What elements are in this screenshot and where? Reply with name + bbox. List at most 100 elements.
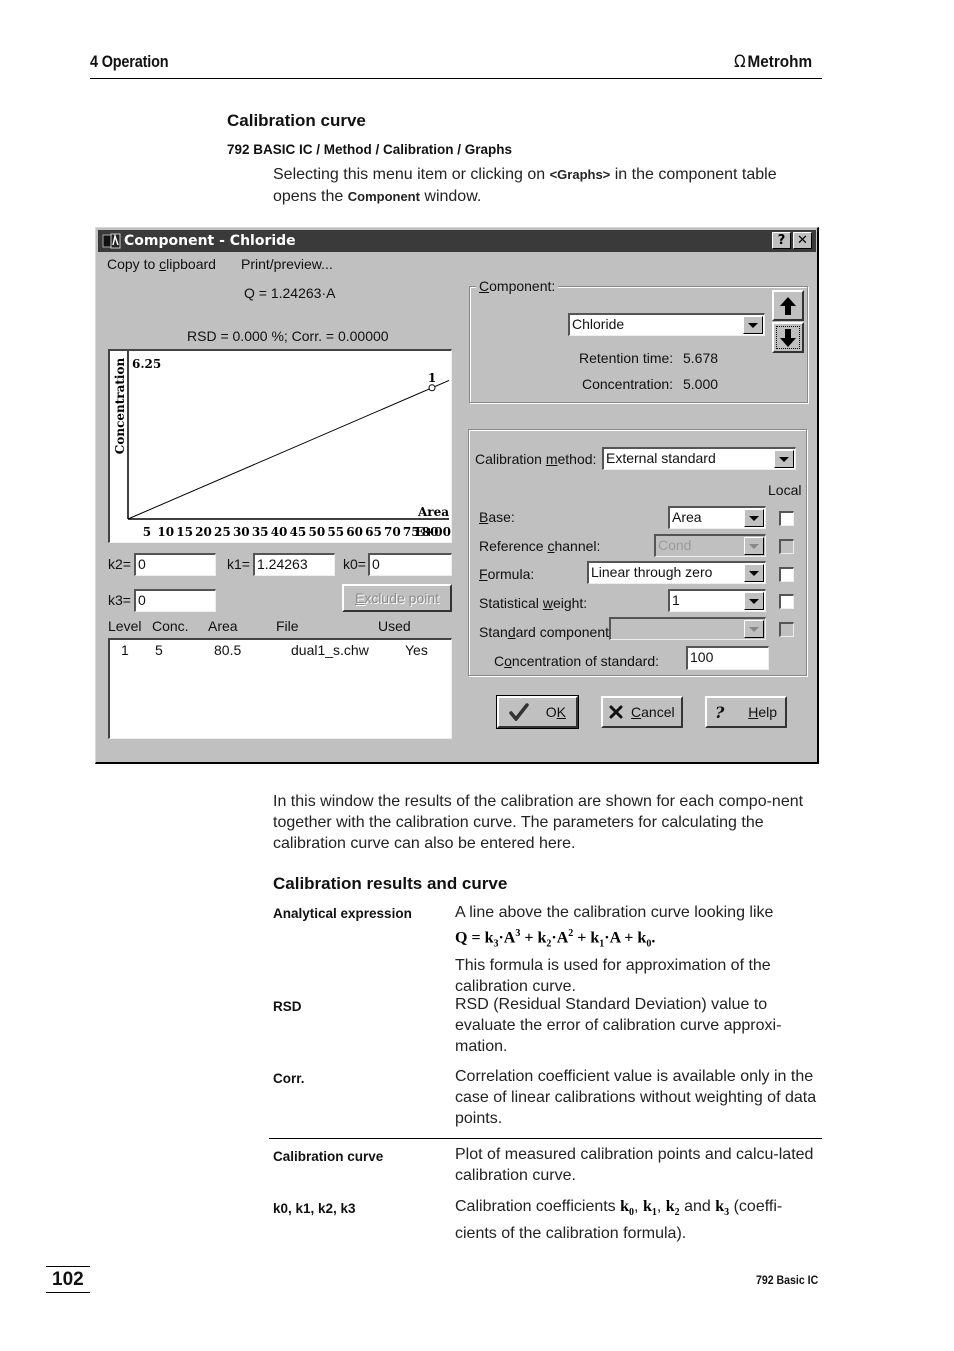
col-file[interactable]: File — [276, 618, 299, 634]
desc-corr: Correlation coefficient value is availab… — [455, 1068, 817, 1127]
cell-file: dual1_s.chw — [291, 642, 369, 658]
chevron-down-icon[interactable] — [774, 450, 794, 468]
weight-local-checkbox[interactable] — [779, 594, 794, 609]
exclude-point-button[interactable]: Exclude point — [342, 584, 452, 612]
breadcrumb: 792 BASIC IC / Method / Calibration / Gr… — [227, 142, 513, 157]
k2-label: k2= — [108, 556, 131, 572]
x-tick-label: 20 — [195, 525, 212, 539]
chevron-down-icon[interactable] — [744, 537, 764, 555]
point-label: 1 — [428, 371, 436, 385]
k1-input[interactable]: 1.24263 — [253, 553, 335, 576]
x-tick-label: 40 — [271, 525, 288, 539]
desc-text: Calibration coefficients — [455, 1198, 616, 1215]
arrow-down-icon — [780, 328, 796, 347]
chevron-down-icon[interactable] — [744, 509, 764, 527]
menu-print-preview[interactable]: Print/preview... — [241, 256, 333, 272]
k1-label: k1= — [227, 556, 250, 572]
chevron-down-icon[interactable] — [743, 316, 763, 334]
calibration-method-select[interactable]: External standard — [602, 447, 796, 470]
formula-label: Formula: — [479, 566, 535, 582]
formula-select[interactable]: Linear through zero — [587, 561, 766, 584]
component-select-value: Chloride — [572, 316, 625, 332]
term-calibration-curve: Calibration curve — [273, 1149, 384, 1164]
chevron-down-icon[interactable] — [744, 564, 764, 582]
x-axis-label: Area — [417, 505, 449, 519]
chevron-down-icon[interactable] — [744, 592, 764, 610]
ok-label: OK — [545, 704, 566, 720]
standard-component-select[interactable] — [609, 617, 766, 640]
menu-copy-to-clipboard[interactable]: Copy to clipboard — [107, 256, 216, 272]
close-button[interactable]: ✕ — [793, 232, 812, 249]
term-corr: Corr. — [273, 1071, 305, 1086]
y-max-label: 6.25 — [132, 357, 161, 371]
base-local-checkbox[interactable] — [779, 511, 794, 526]
x-tick-label: 30 — [233, 525, 250, 539]
help-title-button[interactable]: ? — [772, 232, 791, 249]
x-cross-icon — [609, 705, 623, 719]
x-tick-label: 5 — [143, 525, 151, 539]
k2-input[interactable]: 0 — [134, 553, 216, 576]
table-row[interactable]: 1 5 80.5 dual1_s.chw Yes — [110, 640, 450, 660]
reference-channel-local-checkbox[interactable] — [779, 539, 794, 554]
help-label: Help — [748, 704, 777, 720]
k3-label: k3= — [108, 592, 131, 608]
standard-component-label: Standard component: — [479, 624, 613, 640]
intro-part: window. — [419, 188, 482, 205]
col-area[interactable]: Area — [208, 618, 238, 634]
reference-channel-select[interactable]: Cond — [654, 534, 766, 557]
statistical-weight-select[interactable]: 1 — [668, 589, 766, 612]
x-tick-label: 15 — [176, 525, 193, 539]
cancel-button[interactable]: Cancel — [601, 696, 683, 728]
formula-expression: Q = k3·A3 + k2·A2 + k1·A + k0. — [455, 928, 656, 950]
component-select[interactable]: Chloride — [568, 313, 765, 336]
statistical-weight-value: 1 — [672, 592, 680, 608]
next-component-button[interactable] — [772, 322, 804, 353]
arrow-up-icon — [780, 296, 796, 315]
x-tick-label: 35 — [252, 525, 269, 539]
concentration-label: Concentration: — [582, 376, 674, 392]
concentration-of-standard-label: Concentration of standard: — [494, 653, 660, 669]
cancel-label: Cancel — [631, 704, 675, 720]
title-bar[interactable]: Component - Chloride ? ✕ — [98, 230, 816, 252]
concentration-of-standard-input[interactable]: 100 — [686, 646, 769, 670]
x-tick-label: 25 — [214, 525, 231, 539]
k3-input[interactable]: 0 — [134, 589, 216, 612]
col-used[interactable]: Used — [378, 618, 411, 634]
chevron-down-icon[interactable] — [744, 620, 764, 638]
k0-input[interactable]: 0 — [368, 553, 452, 576]
ok-button[interactable]: OK — [496, 695, 579, 729]
calibration-method-label: Calibration method: — [475, 451, 597, 467]
section-rule — [269, 1138, 822, 1139]
reference-channel-value: Cond — [658, 537, 692, 553]
col-conc[interactable]: Conc. — [152, 618, 189, 634]
x-tick-label: 65 — [365, 525, 382, 539]
k0-label: k0= — [343, 556, 366, 572]
section-title: Calibration curve — [227, 111, 366, 130]
help-button[interactable]: ? Help — [705, 696, 787, 728]
col-level[interactable]: Level — [108, 618, 141, 634]
calibration-method-value: External standard — [606, 450, 716, 466]
coef-symbols: k0 — [620, 1198, 635, 1219]
desc-text: This formula is used for approximation o… — [455, 956, 771, 995]
calibration-points-list[interactable]: 1 5 80.5 dual1_s.chw Yes — [108, 638, 452, 739]
standard-component-local-checkbox[interactable] — [779, 622, 794, 637]
statistical-weight-label: Statistical weight: — [479, 595, 588, 611]
previous-component-button[interactable] — [772, 290, 804, 321]
base-select[interactable]: Area — [668, 506, 766, 529]
base-label: Base: — [479, 509, 515, 525]
cell-used: Yes — [405, 642, 428, 658]
calibration-plot: Concentration 6.25 Area 5 10 15 20 25 30 35 40 45 50… — [108, 349, 452, 543]
x-tick-label: 60 — [346, 525, 363, 539]
header-rule — [90, 78, 822, 79]
footer-product: 792 Basic IC — [756, 1273, 819, 1287]
term-analytical-expression: Analytical expression — [273, 906, 412, 921]
cell-conc: 5 — [155, 642, 163, 658]
desc-text: A line above the calibration curve looki… — [455, 904, 774, 921]
retention-time-value: 5.678 — [683, 350, 719, 366]
formula-local-checkbox[interactable] — [779, 567, 794, 582]
question-icon: ? — [715, 702, 725, 722]
concentration-value: 5.000 — [683, 376, 719, 392]
coef-symbols: k3 — [715, 1198, 730, 1219]
x-tick-label: 50 — [308, 525, 325, 539]
component-group-label: Component: — [476, 278, 559, 294]
